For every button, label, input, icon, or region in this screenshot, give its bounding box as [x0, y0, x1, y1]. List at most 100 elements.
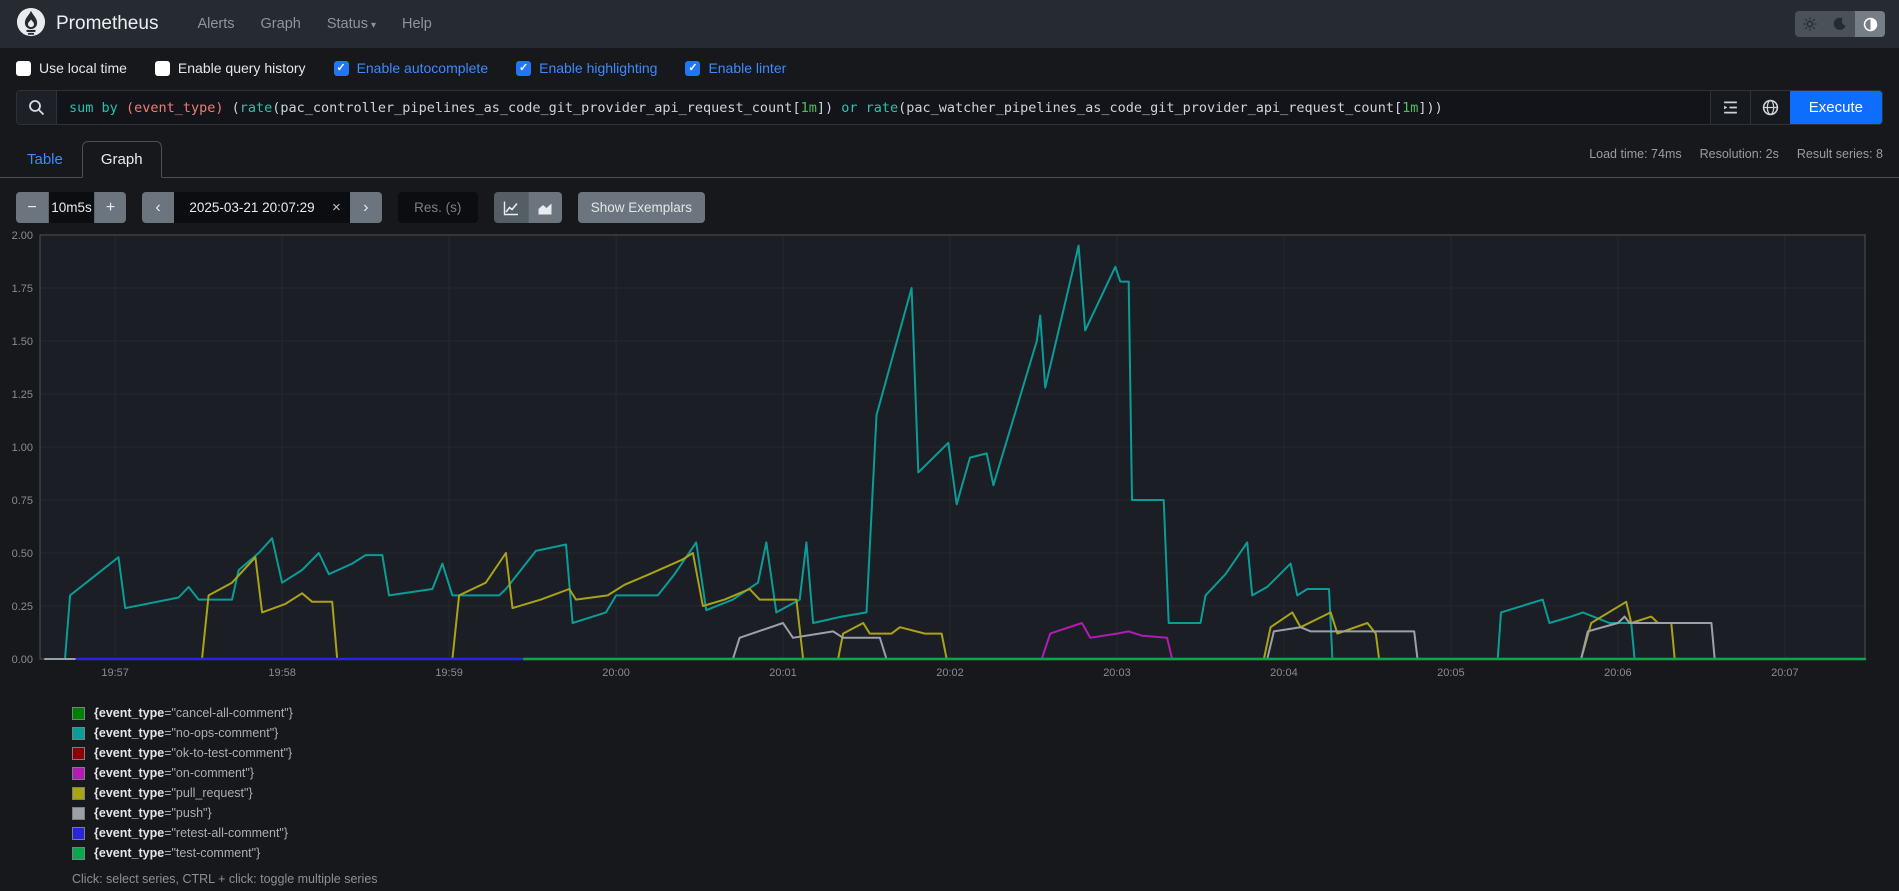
prometheus-logo-icon	[16, 7, 46, 42]
resolution: Resolution: 2s	[1700, 147, 1779, 161]
stacked-chart-icon	[537, 200, 553, 216]
sun-icon	[1803, 17, 1817, 31]
checkbox-icon[interactable]	[155, 61, 170, 76]
query-tree-view-button[interactable]	[1710, 91, 1750, 124]
datetime-input[interactable]	[174, 200, 330, 215]
brand[interactable]: Prometheus	[16, 7, 158, 42]
line-chart-icon	[503, 200, 519, 216]
stacked-chart-button[interactable]	[528, 192, 562, 223]
query-token: rate	[240, 100, 273, 116]
show-exemplars-button[interactable]: Show Exemplars	[578, 192, 705, 223]
svg-text:20:07: 20:07	[1771, 667, 1799, 679]
half-circle-icon	[1863, 17, 1878, 32]
app-title: Prometheus	[56, 13, 158, 35]
legend-swatch	[72, 847, 85, 860]
svg-text:20:01: 20:01	[769, 667, 797, 679]
legend-item-push[interactable]: {event_type="push"}	[72, 806, 1899, 820]
svg-text:20:03: 20:03	[1103, 667, 1131, 679]
tab-graph[interactable]: Graph	[82, 141, 162, 178]
navbar: Prometheus Alerts Graph Status▾ Help	[0, 0, 1899, 48]
option-label: Enable autocomplete	[357, 60, 489, 76]
checkbox-checked-icon[interactable]: ✓	[516, 61, 531, 76]
query-token: by	[102, 100, 118, 116]
time-back-button[interactable]: ‹	[142, 192, 174, 223]
nav-item-help[interactable]: Help	[402, 16, 432, 32]
options-row: Use local time Enable query history ✓ Enabl…	[0, 48, 1899, 86]
option-use-local-time[interactable]: Use local time	[16, 60, 127, 76]
query-expression-input[interactable]: sum by (event_type) (rate(pac_controller…	[57, 91, 1710, 124]
time-forward-button[interactable]: ›	[350, 192, 382, 223]
chart-type-group	[494, 192, 562, 223]
metrics-explorer-button[interactable]	[1750, 91, 1790, 124]
option-enable-linter[interactable]: ✓ Enable linter	[685, 60, 786, 76]
svg-text:0.25: 0.25	[12, 601, 33, 613]
option-enable-query-history[interactable]: Enable query history	[155, 60, 306, 76]
checkbox-icon[interactable]	[16, 61, 31, 76]
query-token: 1m	[1402, 100, 1418, 116]
graph-plot[interactable]: 0.000.250.500.751.001.251.501.752.0019:5…	[12, 229, 1887, 681]
tree-view-icon	[1722, 99, 1739, 116]
option-enable-autocomplete[interactable]: ✓ Enable autocomplete	[334, 60, 489, 76]
range-control-group: − +	[16, 192, 126, 223]
query-input-group: sum by (event_type) (rate(pac_controller…	[16, 90, 1883, 125]
theme-dark-button[interactable]	[1825, 11, 1855, 37]
query-token: (pac_controller_pipelines_as_code_git_pr…	[272, 100, 800, 116]
option-enable-highlighting[interactable]: ✓ Enable highlighting	[516, 60, 657, 76]
legend-item-on-comment[interactable]: {event_type="on-comment"}	[72, 766, 1899, 780]
resolution-input[interactable]	[398, 192, 478, 223]
datetime-field: ×	[174, 192, 350, 223]
legend-swatch	[72, 747, 85, 760]
query-token: ])	[817, 100, 841, 116]
legend-swatch	[72, 707, 85, 720]
range-decrease-button[interactable]: −	[16, 192, 48, 223]
legend-item-no-ops-comment[interactable]: {event_type="no-ops-comment"}	[72, 726, 1899, 740]
legend-swatch	[72, 787, 85, 800]
tab-table[interactable]: Table	[8, 141, 82, 178]
svg-text:1.75: 1.75	[12, 283, 33, 295]
svg-text:1.50: 1.50	[12, 336, 33, 348]
legend-item-ok-to-test-comment[interactable]: {event_type="ok-to-test-comment"}	[72, 746, 1899, 760]
legend-item-retest-all-comment[interactable]: {event_type="retest-all-comment"}	[72, 826, 1899, 840]
legend-label: {event_type="retest-all-comment"}	[94, 826, 288, 840]
legend-label: {event_type="push"}	[94, 806, 212, 820]
checkbox-checked-icon[interactable]: ✓	[334, 61, 349, 76]
legend-item-test-comment[interactable]: {event_type="test-comment"}	[72, 846, 1899, 860]
checkbox-checked-icon[interactable]: ✓	[685, 61, 700, 76]
legend-item-cancel-all-comment[interactable]: {event_type="cancel-all-comment"}	[72, 706, 1899, 720]
svg-text:20:06: 20:06	[1604, 667, 1632, 679]
legend-label: {event_type="ok-to-test-comment"}	[94, 746, 292, 760]
legend-click-hint: Click: select series, CTRL + click: togg…	[72, 872, 1899, 886]
svg-text:1.25: 1.25	[12, 389, 33, 401]
option-label: Enable highlighting	[539, 60, 657, 76]
nav-item-alerts[interactable]: Alerts	[197, 16, 234, 32]
nav-item-status[interactable]: Status▾	[327, 16, 376, 32]
nav-item-graph[interactable]: Graph	[261, 16, 301, 32]
range-input[interactable]	[48, 192, 94, 223]
query-token: ]))	[1418, 100, 1442, 116]
line-chart-button[interactable]	[494, 192, 528, 223]
legend: {event_type="cancel-all-comment"} {event_…	[72, 706, 1899, 860]
query-row: sum by (event_type) (rate(pac_controller…	[0, 86, 1899, 125]
query-token: rate	[866, 100, 899, 116]
svg-text:2.00: 2.00	[12, 230, 33, 242]
legend-swatch	[72, 727, 85, 740]
graph-controls: − + ‹ × › Show Exemplars	[0, 178, 1899, 227]
theme-auto-button[interactable]	[1855, 11, 1885, 37]
load-time: Load time: 74ms	[1589, 147, 1681, 161]
option-label: Enable query history	[178, 60, 306, 76]
option-label: Use local time	[39, 60, 127, 76]
option-label: Enable linter	[708, 60, 786, 76]
range-increase-button[interactable]: +	[94, 192, 126, 223]
legend-label: {event_type="on-comment"}	[94, 766, 254, 780]
query-token: or	[841, 100, 857, 116]
svg-text:19:57: 19:57	[101, 667, 129, 679]
svg-text:19:59: 19:59	[435, 667, 463, 679]
query-token	[118, 100, 126, 116]
legend-item-pull_request[interactable]: {event_type="pull_request"}	[72, 786, 1899, 800]
legend-label: {event_type="pull_request"}	[94, 786, 253, 800]
execute-button[interactable]: Execute	[1790, 91, 1882, 124]
theme-light-button[interactable]	[1795, 11, 1825, 37]
clear-time-icon[interactable]: ×	[330, 199, 350, 216]
svg-text:19:58: 19:58	[268, 667, 296, 679]
svg-text:20:05: 20:05	[1437, 667, 1465, 679]
